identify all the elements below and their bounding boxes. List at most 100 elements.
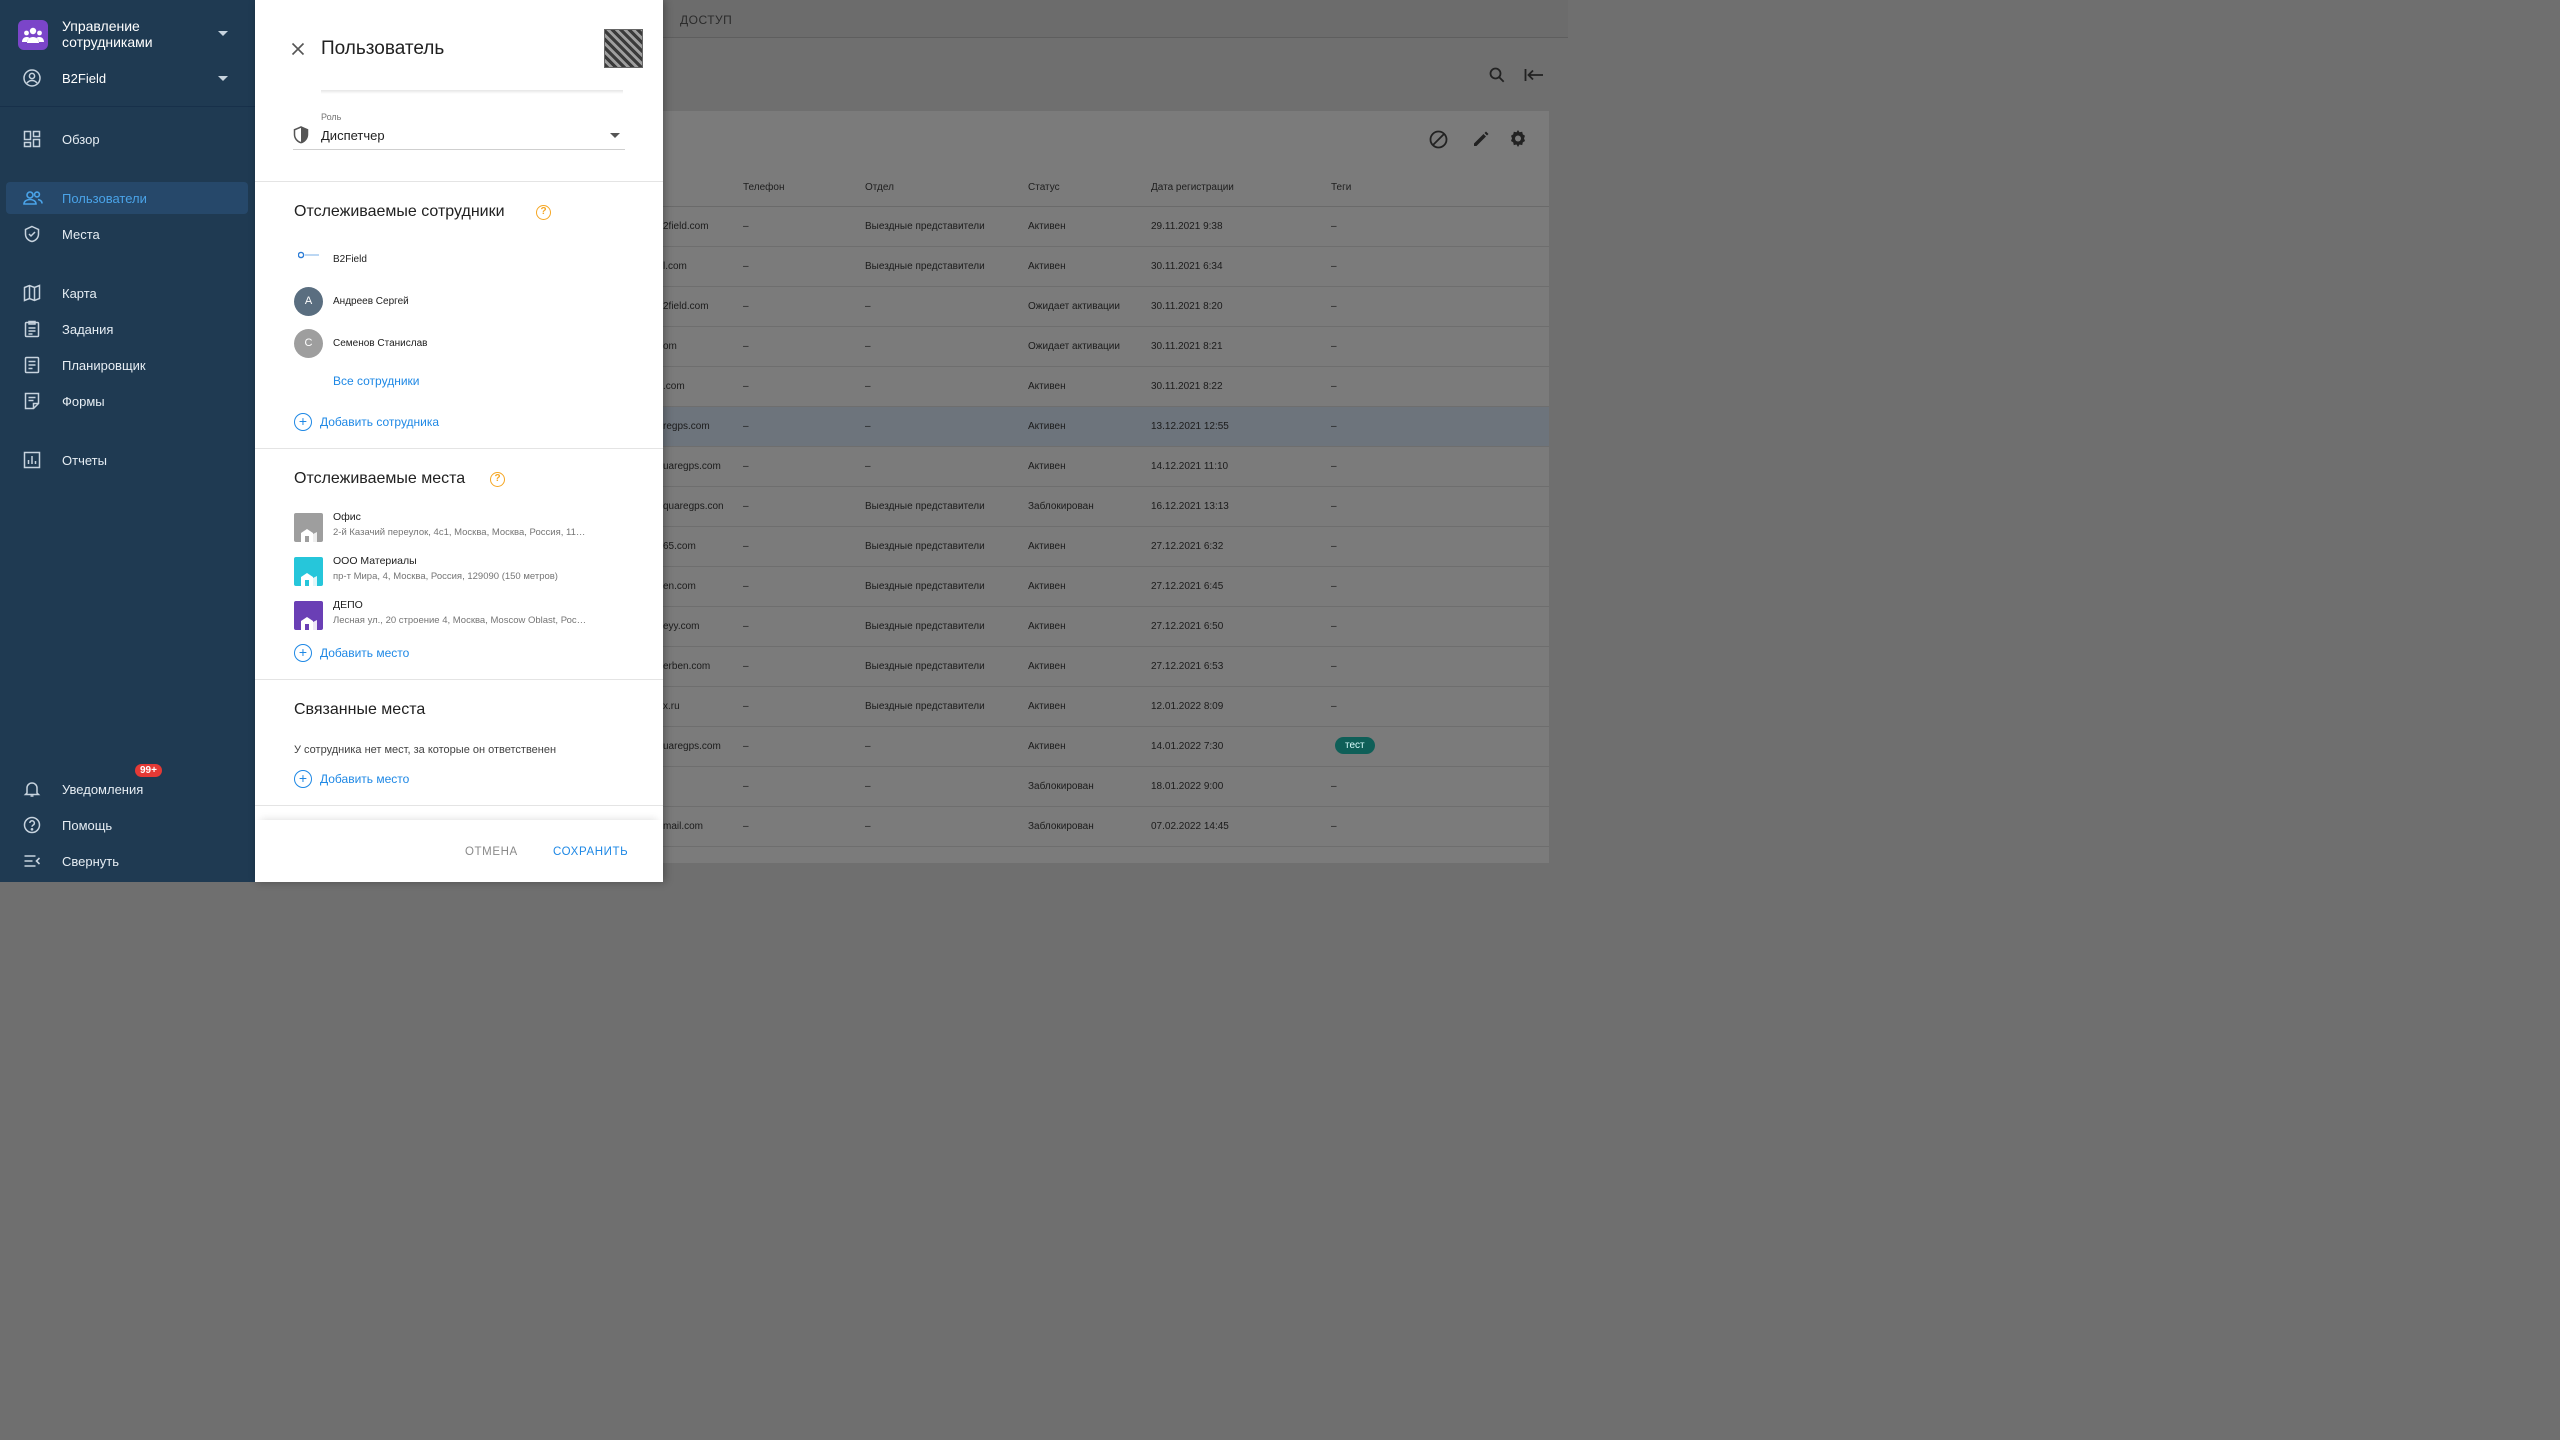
cell-phone: – [743, 621, 749, 632]
chevron-down-icon [218, 31, 228, 36]
sidebar-item-label: Планировщик [62, 358, 146, 373]
cell-tags: – [1331, 381, 1337, 392]
sidebar-item-collapse[interactable]: Свернуть [6, 845, 248, 877]
column-header-reg-date[interactable]: Дата регистрации [1151, 182, 1234, 193]
org-switcher[interactable]: B2Field [18, 66, 238, 90]
sidebar-item-reports[interactable]: Отчеты [6, 444, 248, 476]
cell-email: .com [663, 381, 685, 392]
sidebar-item-tasks[interactable]: Задания [6, 313, 248, 345]
table-row[interactable]: – – Заблокирован 18.01.2022 9:00 – [655, 767, 1549, 807]
block-icon[interactable] [1429, 130, 1448, 154]
table-row[interactable]: en.com – Выездные представители Активен 27.1… [655, 567, 1549, 607]
sidebar-item-forms[interactable]: Формы [6, 385, 248, 417]
place-address: Лесная ул., 20 строение 4, Москва, Mosco… [333, 615, 587, 626]
planner-icon [23, 356, 41, 379]
tasks-icon [23, 320, 41, 343]
table-row[interactable]: x.ru – Выездные представители Активен 12.01.… [655, 687, 1549, 727]
table-row[interactable]: erben.com – Выездные представители Активен 2… [655, 647, 1549, 687]
cell-department: – [865, 301, 871, 312]
cell-reg-date: 30.11.2021 8:20 [1151, 301, 1223, 312]
close-icon[interactable] [289, 40, 307, 58]
role-caption: Роль [321, 112, 342, 122]
cell-reg-date: 27.12.2021 6:45 [1151, 581, 1224, 592]
sidebar-item-label: Помощь [62, 818, 113, 833]
table-row[interactable]: quaregps.con – Выездные представители Забло… [655, 487, 1549, 527]
cell-status: Активен [1028, 661, 1066, 672]
edit-icon[interactable] [1472, 130, 1490, 153]
role-select[interactable]: Роль Диспетчер [293, 112, 625, 150]
table-row[interactable]: 2field.com – Выездные представители Активен… [655, 207, 1549, 247]
help-icon[interactable]: ? [490, 472, 505, 487]
tab-access[interactable]: ДОСТУП [680, 13, 732, 27]
cell-email: quaregps.con [663, 501, 724, 512]
add-employee-button[interactable]: + Добавить сотрудника [294, 413, 494, 433]
tracked-place-row[interactable]: Офис 2-й Казачий переулок, 4с1, Москва, … [294, 511, 624, 543]
app-switcher[interactable]: Управление сотрудниками [18, 16, 238, 56]
tracked-employee-row[interactable]: А Андреев Сергей [294, 287, 624, 317]
account-circle-icon [23, 69, 41, 92]
cell-department: Выездные представители [865, 261, 985, 272]
table-row[interactable]: uaregps.com – – Активен 14.01.2022 7:30 тест [655, 727, 1549, 767]
user-avatar[interactable] [604, 29, 643, 68]
cell-status: Активен [1028, 261, 1066, 272]
column-header-tags[interactable]: Теги [1331, 182, 1351, 193]
table-row[interactable]: l.com – Выездные представители Активен 30.11… [655, 247, 1549, 287]
sidebar-item-map[interactable]: Карта [6, 277, 248, 309]
cell-department: Выездные представители [865, 701, 985, 712]
sidebar-item-help[interactable]: Помощь [6, 809, 248, 841]
cell-department: – [865, 781, 871, 792]
cell-department: Выездные представители [865, 581, 985, 592]
cell-reg-date: 30.11.2021 8:21 [1151, 341, 1223, 352]
dashboard-icon [23, 130, 41, 153]
sidebar-item-planner[interactable]: Планировщик [6, 349, 248, 381]
add-linked-place-button[interactable]: + Добавить место [294, 770, 494, 790]
table-row[interactable]: 65.com – Выездные представители Активен 27.1… [655, 527, 1549, 567]
bell-icon [23, 780, 41, 803]
sidebar-item-places[interactable]: Места [6, 218, 248, 250]
sidebar-item-notifications[interactable]: Уведомления 99+ [6, 764, 248, 805]
place-name: ООО Материалы [333, 555, 417, 567]
table-row[interactable]: uaregps.com – – Активен 14.12.2021 11:10 – [655, 447, 1549, 487]
cell-phone: – [743, 741, 749, 752]
all-employees-link[interactable]: Все сотрудники [333, 374, 419, 388]
table-row[interactable]: regps.com – – Активен 13.12.2021 12:55 – [655, 407, 1549, 447]
cell-tags: – [1331, 541, 1337, 552]
section-divider [255, 181, 663, 182]
sidebar-item-overview[interactable]: Обзор [6, 123, 248, 155]
gear-icon[interactable] [1508, 129, 1528, 154]
cancel-button[interactable]: ОТМЕНА [465, 846, 518, 858]
table-row[interactable]: eyy.com – Выездные представители Активен 27.… [655, 607, 1549, 647]
cell-email: mail.com [663, 821, 704, 832]
users-icon [23, 189, 43, 212]
sidebar: Управление сотрудниками B2Field Обзор По… [0, 0, 255, 882]
cell-status: Активен [1028, 741, 1066, 752]
employee-avatar: А [294, 287, 323, 316]
table-row[interactable]: 2field.com – – Ожидает активации 30.11.2021 … [655, 287, 1549, 327]
column-header-phone[interactable]: Телефон [743, 182, 784, 193]
tracked-place-row[interactable]: ООО Материалы пр-т Мира, 4, Москва, Росс… [294, 555, 624, 587]
collapse-menu-icon [23, 852, 41, 875]
cell-email: uaregps.com [663, 741, 721, 752]
table-row[interactable]: mail.com – – Заблокирован 07.02.2022 14:45 – [655, 807, 1549, 847]
cell-email: 2field.com [663, 221, 709, 232]
search-icon[interactable] [1489, 67, 1505, 88]
cell-phone: – [743, 221, 749, 232]
add-linked-place-label: Добавить место [320, 772, 410, 786]
column-header-department[interactable]: Отдел [865, 182, 894, 193]
tracked-place-row[interactable]: ДЕПО Лесная ул., 20 строение 4, Москва, … [294, 599, 624, 631]
app-title: Управление сотрудниками [62, 18, 153, 50]
users-table-card: Телефон Отдел Статус Дата регистрации Те… [655, 111, 1549, 863]
place-address: пр-т Мира, 4, Москва, Россия, 129090 (15… [333, 571, 558, 582]
collapse-panel-icon[interactable] [1524, 68, 1544, 87]
table-row[interactable]: om – – Ожидает активации 30.11.2021 8:21 – [655, 327, 1549, 367]
column-header-status[interactable]: Статус [1028, 182, 1060, 193]
help-icon[interactable]: ? [536, 205, 551, 220]
sidebar-item-users[interactable]: Пользователи [6, 182, 248, 214]
table-row[interactable]: .com – – Активен 30.11.2021 8:22 – [655, 367, 1549, 407]
tag-chip[interactable]: тест [1335, 737, 1375, 754]
employee-name: Андреев Сергей [333, 296, 409, 307]
shield-icon [293, 126, 309, 149]
save-button[interactable]: СОХРАНИТЬ [553, 846, 628, 858]
tracked-employee-row[interactable]: С Семенов Станислав [294, 329, 624, 359]
add-place-button[interactable]: + Добавить место [294, 644, 494, 664]
